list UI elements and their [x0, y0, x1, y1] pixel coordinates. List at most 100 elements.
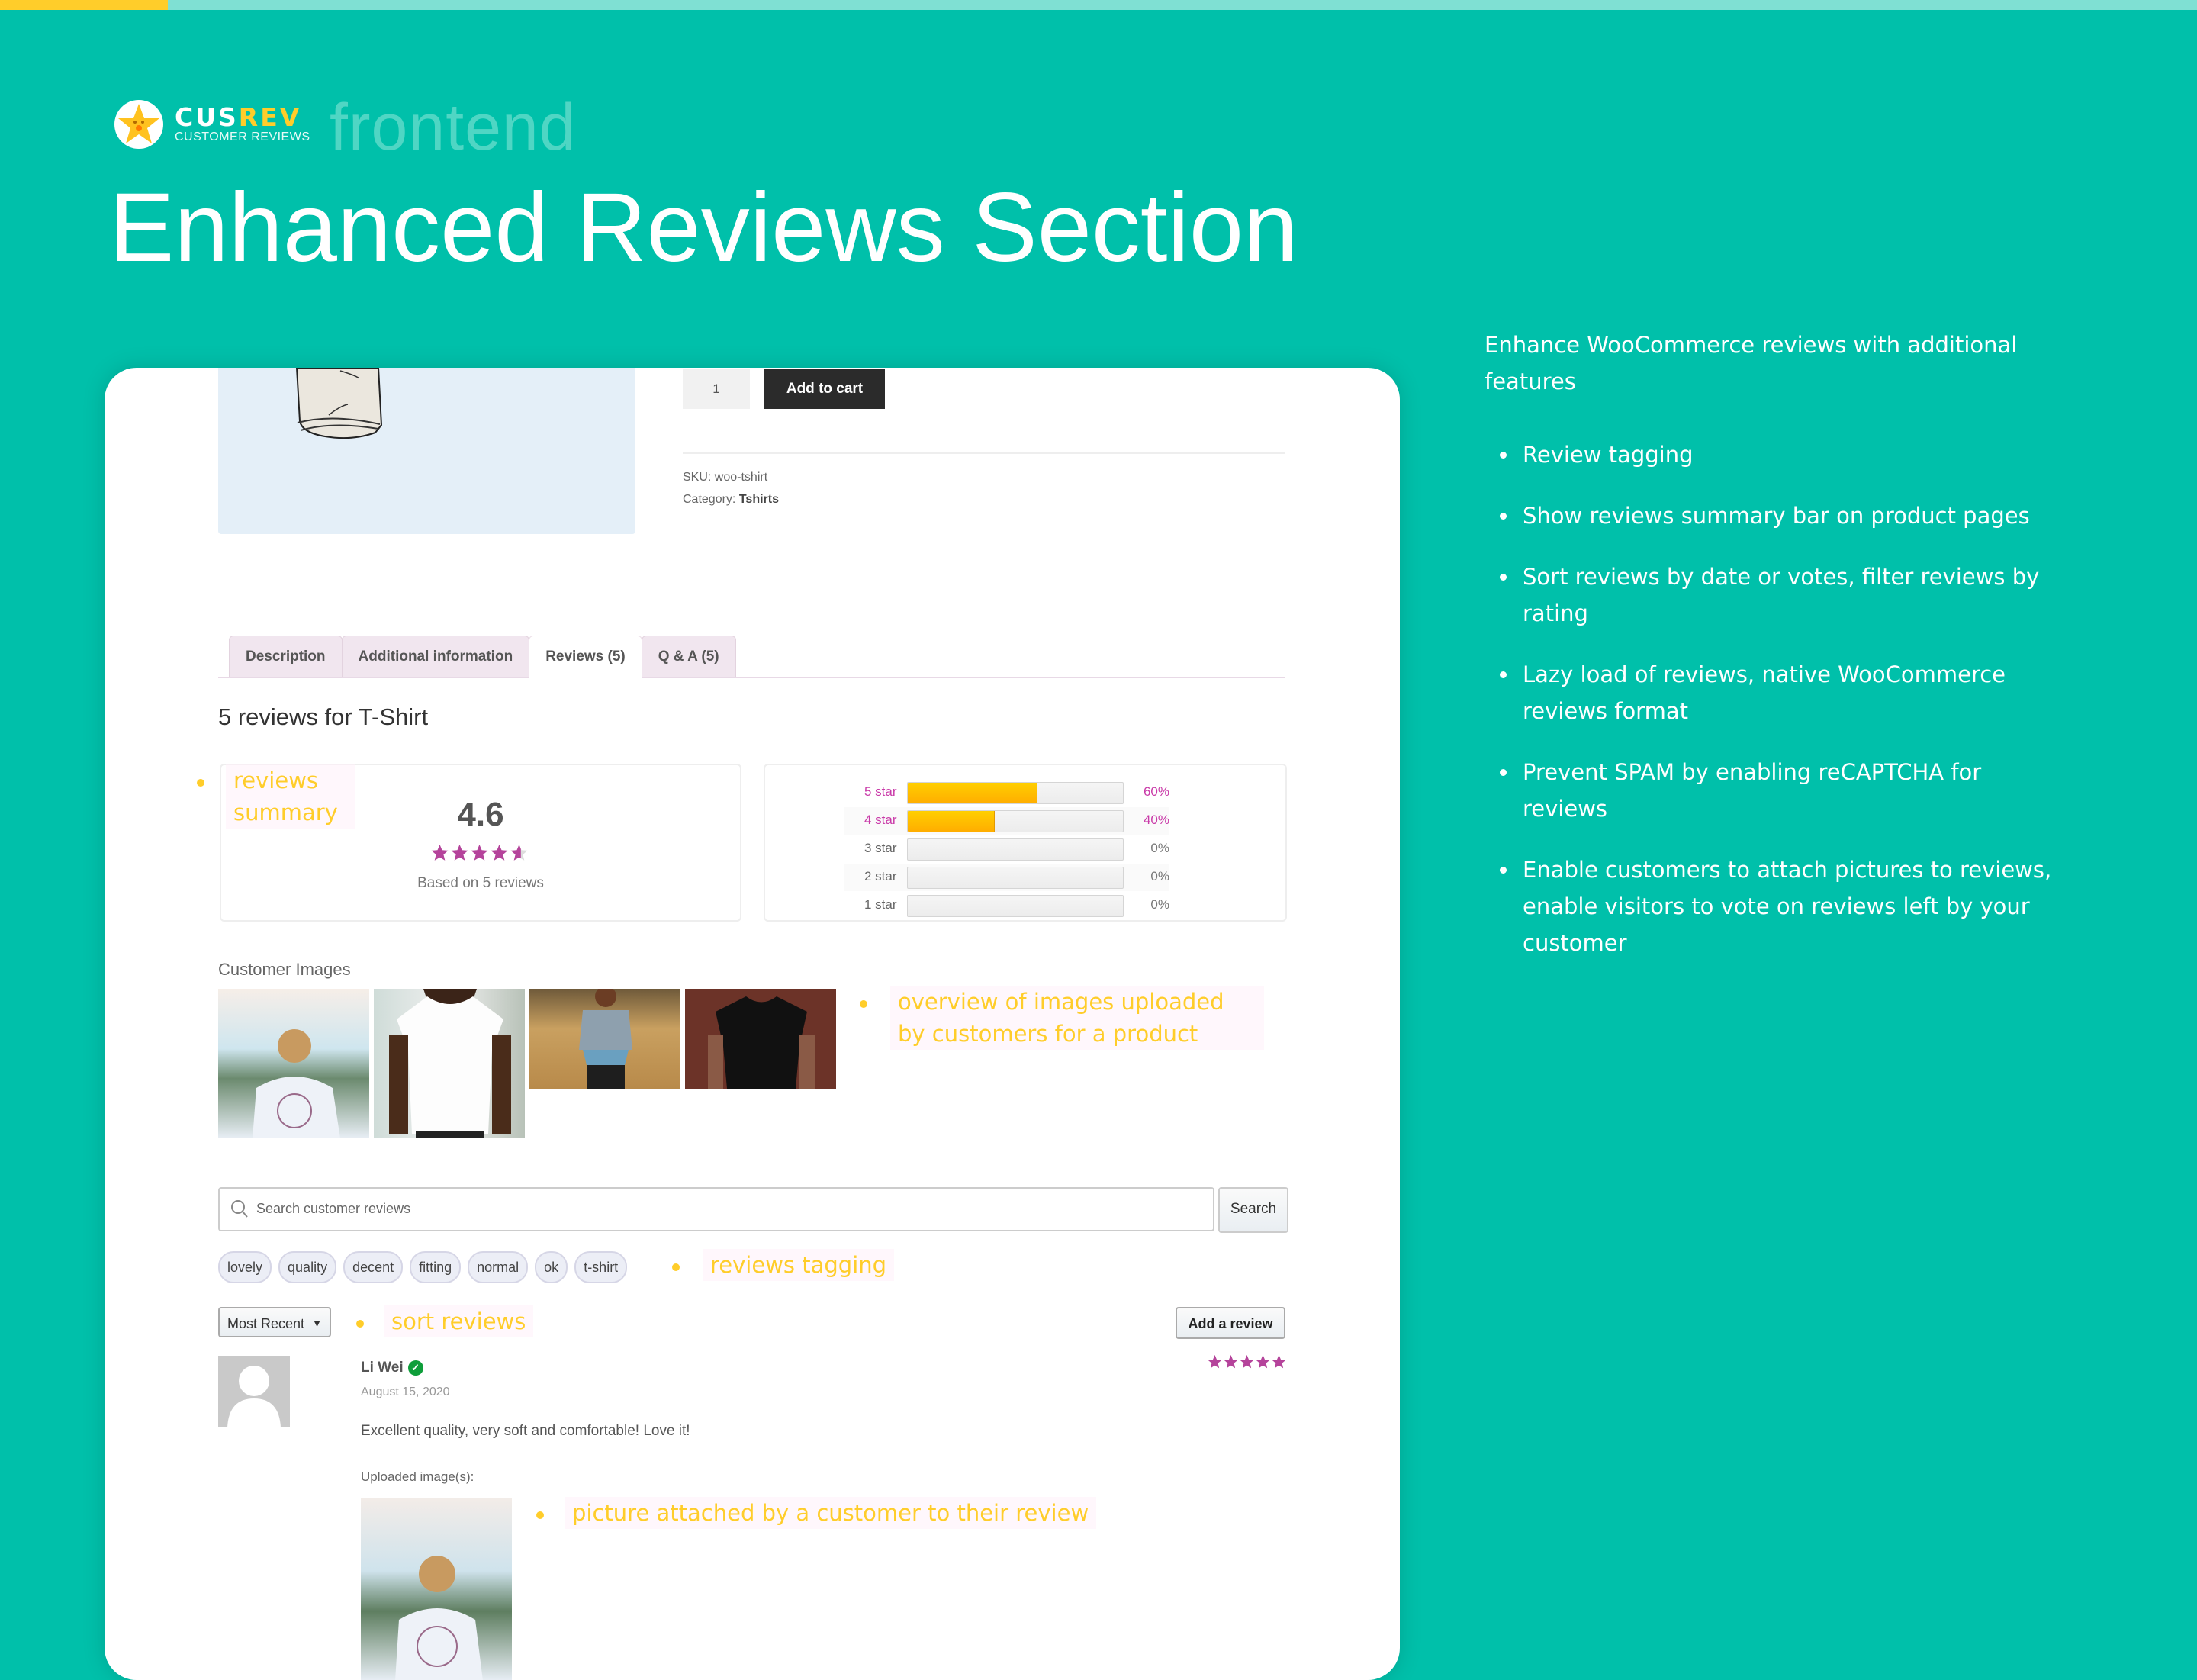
rating-histogram: 5 star 60% 4 star 40% 3 star 0% 2 star 0% 1 star…	[764, 764, 1287, 922]
histogram-label: 1 star	[864, 897, 897, 912]
section-tag: frontend	[330, 91, 577, 164]
product-tabs: Description Additional information Revie…	[229, 636, 736, 678]
annotation-review-picture: picture attached by a customer to their …	[565, 1497, 1097, 1529]
add-review-button[interactable]: Add a review	[1176, 1307, 1285, 1339]
top-progress-strip	[0, 0, 2197, 10]
review-tags: lovely quality decent fitting normal ok …	[218, 1251, 628, 1283]
search-placeholder: Search customer reviews	[256, 1201, 411, 1216]
feature-item: Lazy load of reviews, native WooCommerce…	[1500, 656, 2064, 729]
histogram-row-4-star[interactable]: 4 star 40%	[844, 807, 1169, 835]
star-filled-icon	[1240, 1355, 1254, 1369]
review-tag[interactable]: normal	[468, 1251, 529, 1283]
annotation-sort-reviews: sort reviews	[384, 1305, 534, 1337]
feature-item: Review tagging	[1500, 436, 2064, 473]
histogram-percent: 0%	[1150, 897, 1169, 912]
star-filled-icon	[1256, 1355, 1270, 1369]
review-uploaded-image[interactable]	[361, 1498, 512, 1680]
annotation-bullet	[197, 779, 204, 787]
tab-reviews[interactable]: Reviews (5)	[529, 636, 642, 678]
histogram-percent: 60%	[1143, 784, 1169, 799]
histogram-row-5-star[interactable]: 5 star 60%	[844, 779, 1169, 806]
review-date: August 15, 2020	[361, 1386, 450, 1398]
category-link[interactable]: Tshirts	[739, 493, 779, 506]
search-icon	[231, 1200, 248, 1218]
logo-wordmark: CUSREV	[175, 102, 302, 132]
reviewer-avatar	[218, 1356, 290, 1427]
verified-owner-icon: ✓	[407, 1360, 423, 1376]
uploaded-images-label: Uploaded image(s):	[361, 1469, 474, 1484]
product-sku: SKU: woo-tshirt	[683, 471, 768, 484]
review-text: Excellent quality, very soft and comfort…	[361, 1423, 690, 1439]
review-star-rating	[1208, 1354, 1287, 1375]
histogram-label: 3 star	[864, 841, 897, 855]
review-tag[interactable]: decent	[343, 1251, 404, 1283]
star-filled-icon	[431, 845, 449, 861]
top-progress-accent	[0, 0, 168, 10]
logo-subtitle: CUSTOMER REVIEWS	[175, 130, 310, 143]
feature-list: Review tagging Show reviews summary bar …	[1485, 436, 2064, 961]
star-filled-icon	[1272, 1355, 1286, 1369]
customer-image-thumb[interactable]	[218, 989, 369, 1138]
histogram-bar-track	[907, 810, 1124, 832]
sort-select[interactable]: Most Recent ▼	[218, 1307, 331, 1337]
search-button[interactable]: Search	[1218, 1187, 1288, 1233]
histogram-bar-fill	[908, 811, 995, 832]
annotation-reviews-tagging: reviews tagging	[703, 1249, 895, 1281]
histogram-percent: 40%	[1143, 813, 1169, 827]
customer-image-thumb[interactable]	[374, 989, 525, 1138]
annotation-bullet	[536, 1511, 544, 1519]
reviews-heading: 5 reviews for T-Shirt	[218, 703, 429, 730]
feature-item: Enable customers to attach pictures to r…	[1500, 851, 2064, 961]
tab-qa[interactable]: Q & A (5)	[641, 636, 736, 677]
annotation-bullet	[356, 1320, 364, 1328]
cusrev-logo: CUSREV CUSTOMER REVIEWS	[114, 99, 310, 150]
feature-item: Show reviews summary bar on product page…	[1500, 497, 2064, 534]
meta-divider	[683, 452, 1285, 454]
add-to-cart-button[interactable]: Add to cart	[764, 369, 885, 409]
star-filled-icon	[1208, 1355, 1222, 1369]
quantity-input[interactable]: 1	[683, 369, 750, 409]
histogram-row-1-star[interactable]: 1 star 0%	[844, 892, 1169, 919]
review-tag[interactable]: fitting	[410, 1251, 462, 1283]
tab-additional-information[interactable]: Additional information	[341, 636, 530, 677]
star-filled-icon	[491, 845, 508, 861]
histogram-bar-track	[907, 838, 1124, 861]
annotation-reviews-summary: reviews summary	[226, 764, 355, 829]
histogram-bar-track	[907, 895, 1124, 917]
feature-intro: Enhance WooCommerce reviews with additio…	[1485, 332, 2018, 394]
customer-images-label: Customer Images	[218, 960, 351, 979]
histogram-row-2-star[interactable]: 2 star 0%	[844, 864, 1169, 891]
review-tag[interactable]: quality	[278, 1251, 337, 1283]
star-filled-icon	[471, 845, 488, 861]
review-tag[interactable]: lovely	[218, 1251, 272, 1283]
product-category: Category: Tshirts	[683, 493, 779, 506]
histogram-label: 5 star	[864, 784, 897, 799]
annotation-customer-images: overview of images uploaded by customers…	[890, 986, 1264, 1050]
page-title: Enhanced Reviews Section	[109, 173, 1298, 282]
star-mascot-icon	[114, 100, 163, 149]
histogram-percent: 0%	[1150, 841, 1169, 855]
annotation-bullet	[672, 1263, 680, 1271]
average-star-rating	[221, 844, 740, 867]
histogram-label: 4 star	[864, 813, 897, 827]
histogram-row-3-star[interactable]: 3 star 0%	[844, 835, 1169, 863]
star-filled-icon	[451, 845, 468, 861]
histogram-bar-track	[907, 782, 1124, 804]
product-image[interactable]	[218, 368, 635, 534]
star-filled-icon	[1224, 1355, 1238, 1369]
chevron-down-icon: ▼	[312, 1318, 322, 1329]
customer-image-thumb[interactable]	[685, 989, 836, 1089]
feature-item: Sort reviews by date or votes, filter re…	[1500, 558, 2064, 632]
customer-image-thumb[interactable]	[529, 989, 680, 1089]
feature-panel: Enhance WooCommerce reviews with additio…	[1485, 327, 2064, 986]
histogram-percent: 0%	[1150, 869, 1169, 883]
feature-item: Prevent SPAM by enabling reCAPTCHA for r…	[1500, 754, 2064, 827]
annotation-bullet	[860, 1000, 867, 1008]
histogram-label: 2 star	[864, 869, 897, 883]
review-tag[interactable]: ok	[535, 1251, 568, 1283]
review-search-input[interactable]: Search customer reviews	[218, 1187, 1214, 1231]
tab-description[interactable]: Description	[229, 636, 343, 677]
review-count-label: Based on 5 reviews	[417, 875, 544, 891]
review-tag[interactable]: t-shirt	[574, 1251, 628, 1283]
histogram-bar-fill	[908, 783, 1038, 803]
